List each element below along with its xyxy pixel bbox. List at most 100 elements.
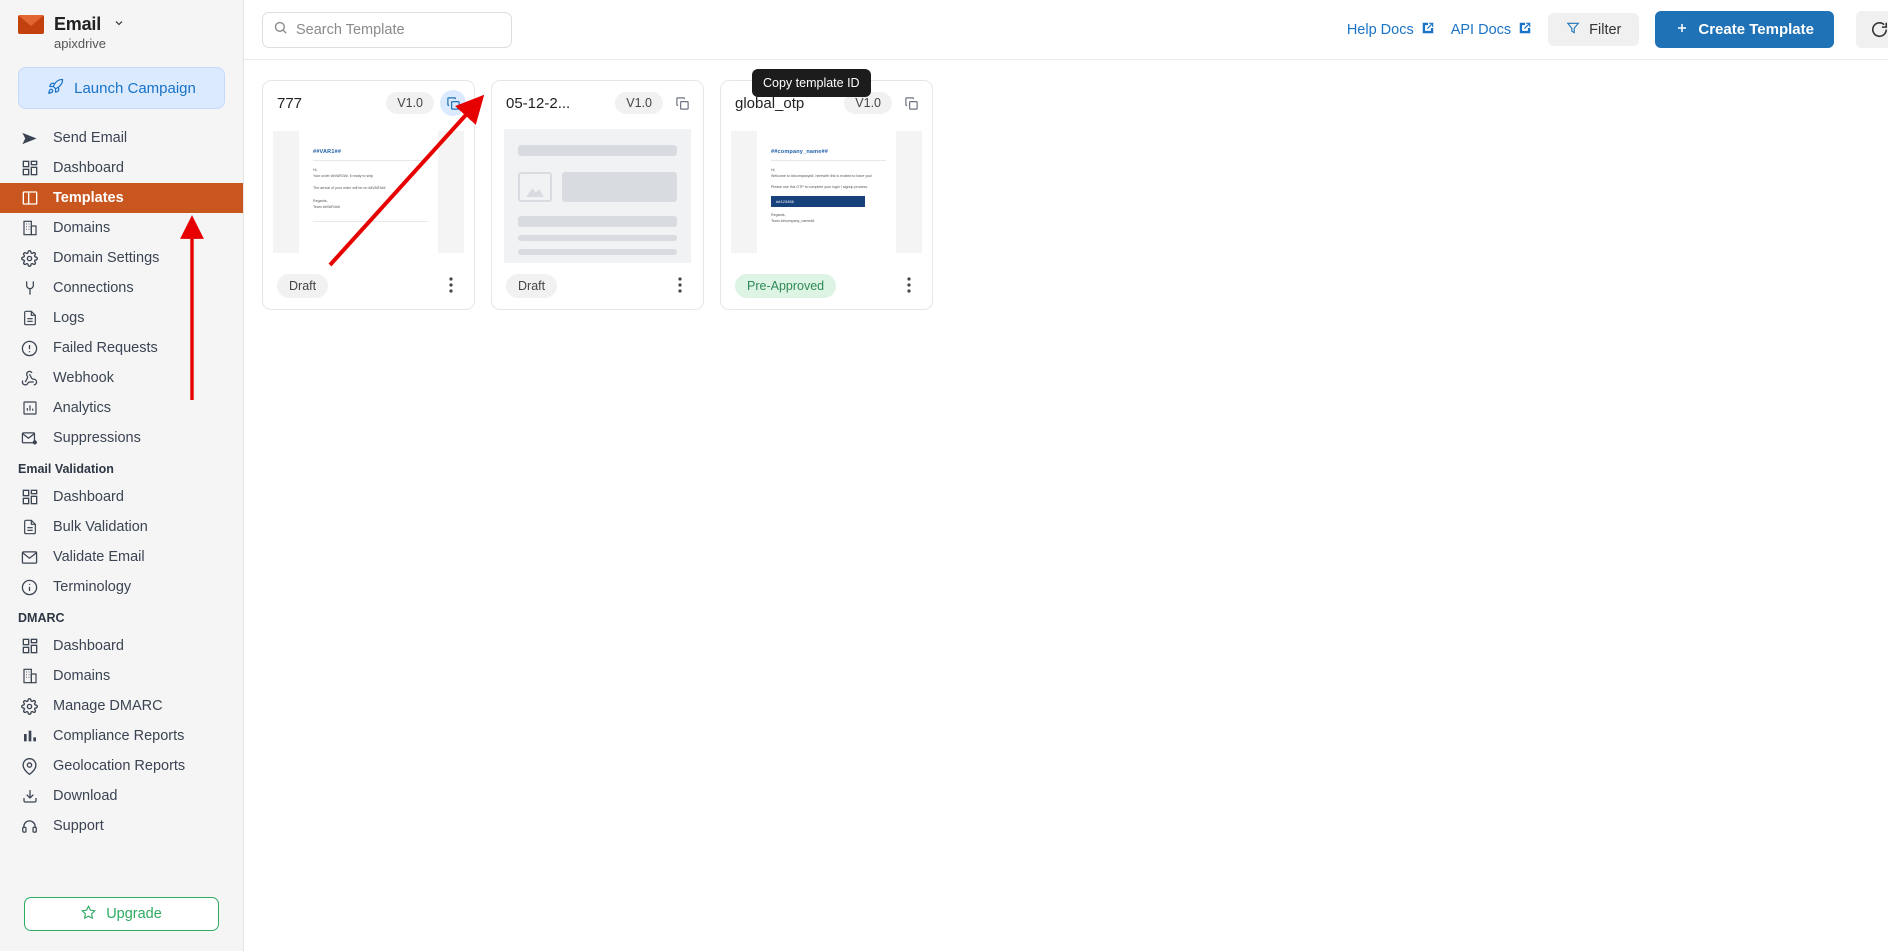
launch-campaign-button[interactable]: Launch Campaign [18, 67, 225, 109]
sidebar-item-label: Send Email [53, 130, 128, 146]
copy-template-id-tooltip: Copy template ID [752, 69, 871, 97]
status-badge: Draft [506, 274, 558, 298]
grid-icon [20, 488, 39, 507]
search-template-box[interactable] [262, 11, 512, 48]
sidebar-item-webhook[interactable]: Webhook [0, 363, 243, 393]
sidebar-item-dmarc-domains[interactable]: Domains [0, 661, 243, 691]
map-pin-icon [20, 757, 39, 776]
sidebar-item-suppressions[interactable]: Suppressions [0, 423, 243, 453]
sidebar-item-label: Suppressions [53, 430, 141, 446]
upgrade-button[interactable]: Upgrade [24, 897, 219, 931]
preview-line: Please use this OTP to complete your log… [771, 185, 869, 190]
bar-chart-icon [20, 727, 39, 746]
sidebar-item-send-email[interactable]: Send Email [0, 123, 243, 153]
preview-line: Team ##company_name## [771, 219, 815, 224]
sidebar-item-geolocation-reports[interactable]: Geolocation Reports [0, 751, 243, 781]
copy-template-id-button[interactable] [669, 90, 695, 116]
sidebar-item-templates[interactable]: Templates [0, 183, 243, 213]
preview-line: Team ##VAR4## [313, 205, 340, 210]
more-vertical-icon[interactable] [671, 276, 689, 296]
status-badge: Draft [277, 274, 329, 298]
sidebar-item-manage-dmarc[interactable]: Manage DMARC [0, 691, 243, 721]
preview-heading: ##VAR1## [313, 149, 342, 155]
sidebar-item-bulk-validation[interactable]: Bulk Validation [0, 512, 243, 542]
help-docs-link[interactable]: Help Docs [1347, 21, 1435, 39]
headset-icon [20, 817, 39, 836]
rocket-icon [47, 78, 64, 99]
sidebar-item-terminology[interactable]: Terminology [0, 572, 243, 602]
sidebar-item-label: Domains [53, 220, 111, 236]
preview-sidebar [273, 131, 299, 253]
sidebar-item-validate-email[interactable]: Validate Email [0, 542, 243, 572]
sidebar-item-label: Connections [53, 280, 134, 296]
more-vertical-icon[interactable] [442, 276, 460, 296]
sidebar-item-label: Dashboard [53, 638, 124, 654]
grid-icon [20, 637, 39, 656]
template-preview: ##VAR1## Hi, Your order ##VAR2##, it rea… [263, 125, 474, 263]
chevron-down-icon[interactable] [113, 17, 125, 32]
sidebar-item-support[interactable]: Support [0, 811, 243, 841]
template-card[interactable]: global_otp V1.0 ##company_name## Hi, Wel… [720, 80, 933, 310]
version-badge: V1.0 [615, 92, 663, 114]
preview-otp-chip: ##123456 [771, 196, 866, 208]
sidebar-item-failed-requests[interactable]: Failed Requests [0, 333, 243, 363]
mail-icon [20, 548, 39, 567]
main-content: Help Docs API Docs Filter [244, 0, 1888, 951]
sidebar-item-compliance-reports[interactable]: Compliance Reports [0, 721, 243, 751]
sidebar-item-validation-dashboard[interactable]: Dashboard [0, 482, 243, 512]
sidebar-item-logs[interactable]: Logs [0, 303, 243, 333]
create-template-button[interactable]: Create Template [1655, 11, 1834, 48]
sidebar-item-download[interactable]: Download [0, 781, 243, 811]
sidebar-item-domains[interactable]: Domains [0, 213, 243, 243]
info-circle-icon [20, 578, 39, 597]
sidebar-item-label: Bulk Validation [53, 519, 148, 535]
sidebar-item-label: Dashboard [53, 489, 124, 505]
status-badge: Pre-Approved [735, 274, 837, 298]
sidebar-item-label: Analytics [53, 400, 112, 416]
email-logo-icon [18, 15, 44, 34]
card-header: 777 V1.0 [263, 81, 474, 125]
filter-label: Filter [1589, 21, 1622, 38]
version-badge: V1.0 [386, 92, 434, 114]
sidebar-item-label: Webhook [53, 370, 114, 386]
brand-selector[interactable]: Email [0, 0, 243, 35]
sidebar-item-connections[interactable]: Connections [0, 273, 243, 303]
preview-skeleton [504, 129, 691, 263]
image-placeholder-icon [518, 172, 552, 202]
bar-chart-box-icon [20, 399, 39, 418]
sidebar-item-dashboard[interactable]: Dashboard [0, 153, 243, 183]
copy-template-id-button[interactable] [898, 90, 924, 116]
sidebar-item-analytics[interactable]: Analytics [0, 393, 243, 423]
preview-sidebar [731, 131, 757, 253]
card-footer: Draft [263, 263, 474, 309]
template-title: global_otp [735, 94, 805, 112]
funnel-icon [1566, 21, 1580, 39]
api-docs-link[interactable]: API Docs [1451, 21, 1532, 39]
brand-name: Email [54, 14, 102, 34]
sidebar-group-dmarc: DMARC [18, 611, 65, 625]
launch-campaign-label: Launch Campaign [74, 79, 196, 97]
card-footer: Draft [492, 263, 703, 309]
preview-divider [313, 160, 428, 161]
sidebar: Email apixdrive Launch Campaign Send Ema… [0, 0, 244, 951]
more-vertical-icon[interactable] [900, 276, 918, 296]
sidebar-item-dmarc-dashboard[interactable]: Dashboard [0, 631, 243, 661]
sidebar-item-domain-settings[interactable]: Domain Settings [0, 243, 243, 273]
plus-icon [1675, 21, 1689, 39]
copy-template-id-button[interactable] [440, 90, 466, 116]
preview-line: Welcome to ##company##, herewith link is… [771, 174, 873, 179]
refresh-button[interactable] [1856, 11, 1888, 48]
template-title: 05-12-2... [506, 94, 571, 112]
webhook-icon [20, 369, 39, 388]
sidebar-item-label: Download [53, 788, 118, 804]
preview-line: Your order ##VAR2##, it ready to ship [313, 174, 374, 179]
copy-icon [446, 96, 460, 110]
card-header: 05-12-2... V1.0 [492, 81, 703, 125]
filter-button[interactable]: Filter [1548, 13, 1640, 46]
sidebar-item-label: Domains [53, 668, 111, 684]
download-icon [20, 787, 39, 806]
template-card[interactable]: 05-12-2... V1.0 Draft [491, 80, 704, 310]
template-card[interactable]: 777 V1.0 ##VAR1## Hi, Your order ##VAR2#… [262, 80, 475, 310]
api-docs-label: API Docs [1450, 21, 1512, 38]
search-input[interactable] [296, 21, 501, 38]
